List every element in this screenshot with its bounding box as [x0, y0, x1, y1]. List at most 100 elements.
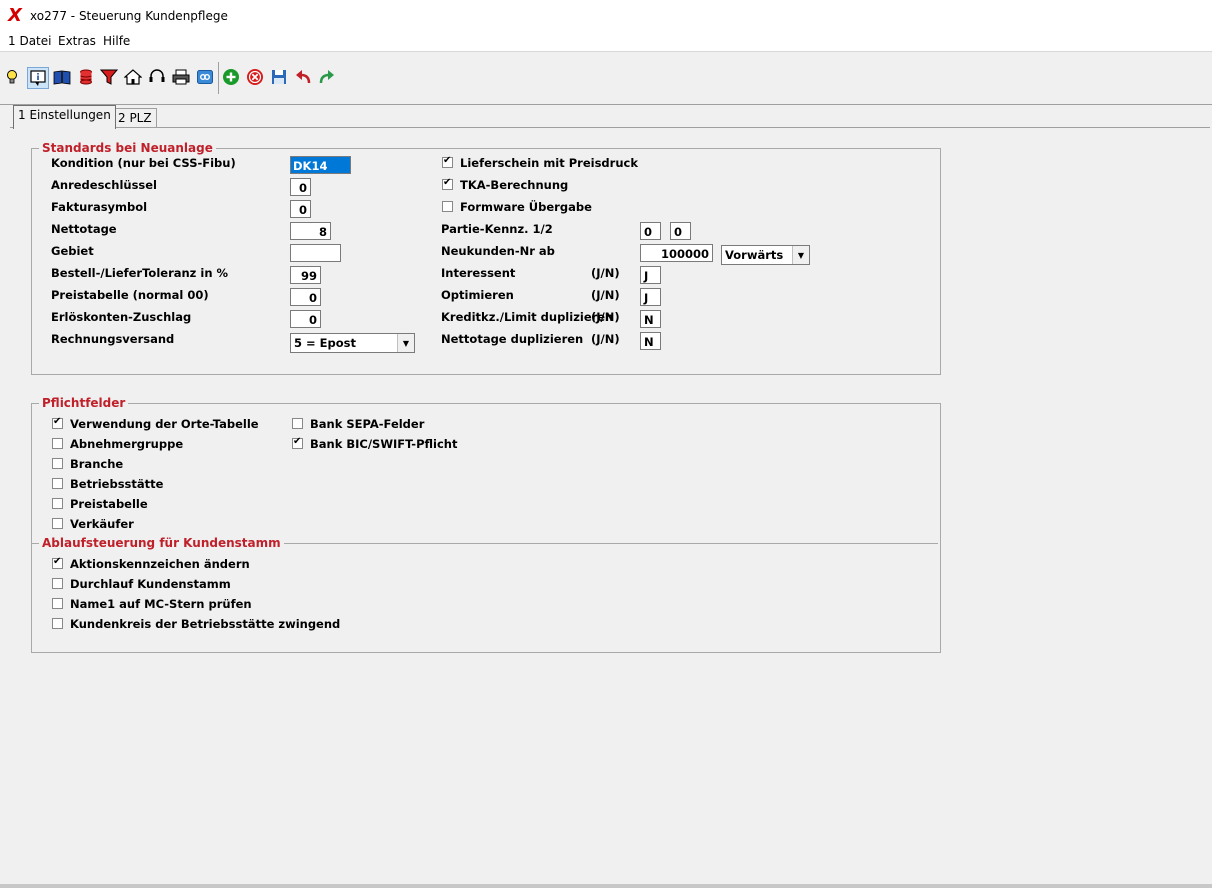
gebiet-input[interactable] [290, 244, 341, 262]
formware-label: Formware Übergabe [460, 200, 592, 214]
bic-swift-checkbox[interactable] [292, 436, 303, 449]
kundenkreis-label: Kundenkreis der Betriebsstätte zwingend [70, 617, 341, 631]
label-partie: Partie-Kennz. 1/2 [441, 222, 553, 236]
menu-bar: 1 Datei Extras Hilfe [0, 32, 1212, 52]
app-logo-icon: X [8, 5, 22, 26]
partie1-input[interactable]: 0 [640, 222, 661, 240]
label-rechnungsversand: Rechnungsversand [51, 332, 175, 346]
hint-nettotage-dup: (J/N) [591, 332, 620, 346]
title-bar: X xo277 - Steuerung Kundenpflege [0, 0, 1212, 32]
direction-select[interactable]: Vorwärts ▼ [721, 245, 810, 265]
database-icon[interactable] [76, 67, 96, 87]
hint-optimieren: (J/N) [591, 288, 620, 302]
status-bar [0, 884, 1212, 888]
chevron-down-icon[interactable]: ▼ [397, 334, 414, 352]
interessent-input[interactable]: J [640, 266, 661, 284]
label-erloeskonten: Erlöskonten-Zuschlag [51, 310, 192, 324]
book-icon[interactable] [52, 67, 72, 87]
preistabelle-label: Preistabelle [70, 497, 148, 511]
nettotage-dup-input[interactable]: N [640, 332, 661, 350]
tka-label: TKA-Berechnung [460, 178, 569, 192]
hint-kreditkz: (J/N) [591, 310, 620, 324]
label-nettotage-dup: Nettotage duplizieren [441, 332, 584, 346]
orte-tabelle-label: Verwendung der Orte-Tabelle [70, 417, 259, 431]
partie2-input[interactable]: 0 [670, 222, 691, 240]
menu-hilfe[interactable]: Hilfe [103, 34, 130, 48]
label-kreditkz: Kreditkz./Limit duplizieren [441, 310, 614, 324]
toleranz-input[interactable]: 99 [290, 266, 321, 284]
nettotage-input[interactable]: 8 [290, 222, 331, 240]
label-optimieren: Optimieren [441, 288, 514, 302]
label-kondition: Kondition (nur bei CSS-Fibu) [51, 156, 236, 170]
chevron-down-icon[interactable]: ▼ [792, 246, 809, 264]
delete-icon[interactable] [245, 67, 265, 87]
kundenkreis-checkbox[interactable] [52, 618, 63, 629]
save-icon[interactable] [269, 67, 289, 87]
anredeschluessel-input[interactable]: 0 [290, 178, 311, 196]
orte-tabelle-checkbox[interactable] [52, 416, 63, 429]
label-neukunden: Neukunden-Nr ab [441, 244, 555, 258]
window-title: xo277 - Steuerung Kundenpflege [30, 9, 228, 23]
durchlauf-checkbox[interactable] [52, 578, 63, 589]
sepa-checkbox[interactable] [292, 418, 303, 429]
toolbar [0, 52, 1212, 105]
verkaeufer-label: Verkäufer [70, 517, 134, 531]
betriebsstaette-label: Betriebsstätte [70, 477, 164, 491]
durchlauf-label: Durchlauf Kundenstamm [70, 577, 231, 591]
label-toleranz: Bestell-/LieferToleranz in % [51, 266, 229, 280]
sepa-label: Bank SEPA-Felder [310, 417, 425, 431]
betriebsstaette-checkbox[interactable] [52, 478, 63, 489]
group-ablauf-title: Ablaufsteuerung für Kundenstamm [39, 536, 284, 550]
lieferschein-checkbox[interactable] [442, 155, 453, 168]
erloeskonten-input[interactable]: 0 [290, 310, 321, 328]
direction-value: Vorwärts [725, 248, 784, 262]
group-standards-title: Standards bei Neuanlage [39, 141, 216, 155]
group-pflichtfelder-title: Pflichtfelder [39, 396, 129, 410]
toolbar-separator [218, 62, 219, 94]
home-icon[interactable] [123, 67, 143, 87]
menu-datei[interactable]: 1 Datei [8, 34, 51, 48]
menu-extras[interactable]: Extras [58, 34, 96, 48]
filter-icon[interactable] [99, 67, 119, 87]
tka-checkbox[interactable] [442, 177, 453, 190]
label-fakturasymbol: Fakturasymbol [51, 200, 148, 214]
printer-icon[interactable] [171, 67, 191, 87]
name1-checkbox[interactable] [52, 598, 63, 609]
headset-icon[interactable] [147, 67, 167, 87]
kondition-input[interactable]: DK14 [290, 156, 351, 174]
abnehmergruppe-checkbox[interactable] [52, 438, 63, 449]
aktionskennzeichen-checkbox[interactable] [52, 556, 63, 569]
fakturasymbol-input[interactable]: 0 [290, 200, 311, 218]
preistabelle-input[interactable]: 0 [290, 288, 321, 306]
branche-checkbox[interactable] [52, 458, 63, 469]
tab-strip: 1 Einstellungen 2 PLZ [0, 104, 1212, 129]
rechnungsversand-value: 5 = Epost [294, 336, 356, 350]
aktionskennzeichen-label: Aktionskennzeichen ändern [70, 557, 250, 571]
label-nettotage: Nettotage [51, 222, 117, 236]
kreditkz-input[interactable]: N [640, 310, 661, 328]
tab-plz[interactable]: 2 PLZ [113, 108, 157, 128]
neukunden-input[interactable]: 100000 [640, 244, 713, 262]
label-gebiet: Gebiet [51, 244, 94, 258]
lieferschein-label: Lieferschein mit Preisdruck [460, 156, 638, 170]
abnehmergruppe-label: Abnehmergruppe [70, 437, 184, 451]
label-anredeschluessel: Anredeschlüssel [51, 178, 157, 192]
label-preistabelle: Preistabelle (normal 00) [51, 288, 209, 302]
add-icon[interactable] [221, 67, 241, 87]
optimieren-input[interactable]: J [640, 288, 661, 306]
link-icon[interactable] [195, 67, 215, 87]
formware-checkbox[interactable] [442, 201, 453, 212]
hint-interessent: (J/N) [591, 266, 620, 280]
tab-einstellungen[interactable]: 1 Einstellungen [13, 105, 116, 129]
info-icon[interactable] [27, 67, 49, 89]
lightbulb-icon[interactable] [2, 67, 22, 87]
bic-swift-label: Bank BIC/SWIFT-Pflicht [310, 437, 458, 451]
rechnungsversand-select[interactable]: 5 = Epost ▼ [290, 333, 415, 353]
undo-icon[interactable] [293, 67, 313, 87]
redo-icon[interactable] [317, 67, 337, 87]
preistabelle-checkbox[interactable] [52, 498, 63, 509]
label-interessent: Interessent [441, 266, 516, 280]
name1-label: Name1 auf MC-Stern prüfen [70, 597, 252, 611]
branche-label: Branche [70, 457, 124, 471]
verkaeufer-checkbox[interactable] [52, 518, 63, 529]
